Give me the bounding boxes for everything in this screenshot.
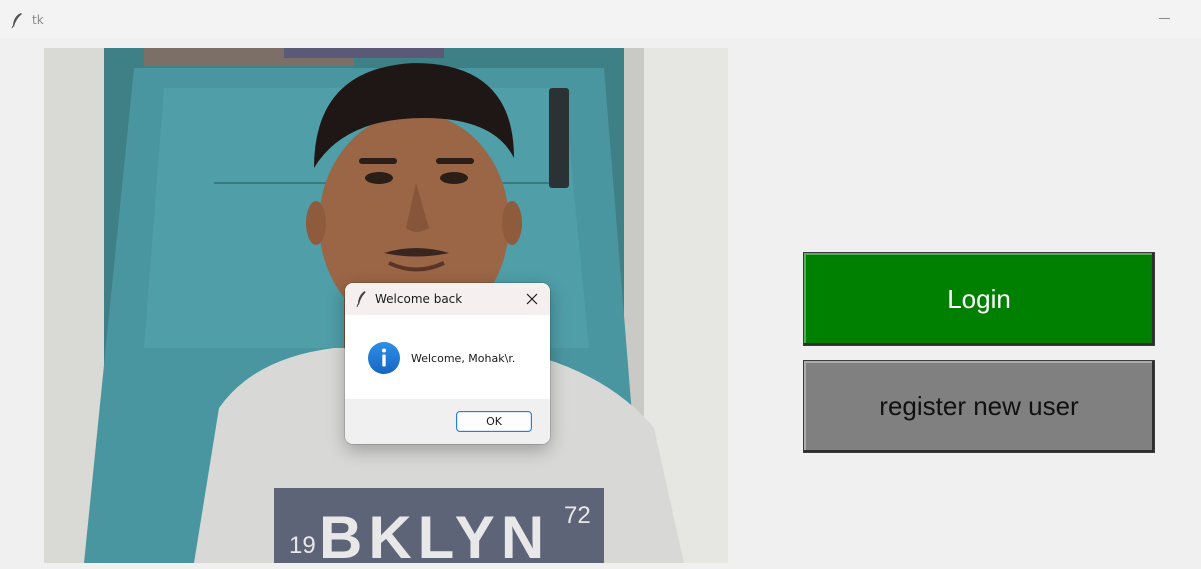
close-icon[interactable] bbox=[522, 289, 542, 309]
tk-feather-icon bbox=[356, 291, 366, 307]
welcome-dialog: Welcome back Welcome, Mohak\r. OK bbox=[345, 283, 550, 444]
register-button-label: register new user bbox=[879, 391, 1079, 421]
login-button[interactable]: Login bbox=[803, 252, 1155, 346]
tk-feather-icon bbox=[11, 13, 22, 28]
ok-button-label: OK bbox=[486, 415, 502, 428]
dialog-body: Welcome, Mohak\r. bbox=[345, 315, 550, 399]
login-button-label: Login bbox=[947, 283, 1011, 314]
shirt-number-left: 19 bbox=[289, 532, 316, 559]
dialog-message: Welcome, Mohak\r. bbox=[411, 352, 516, 365]
shirt-number-right: 72 bbox=[564, 502, 591, 529]
dialog-title: Welcome back bbox=[375, 292, 463, 306]
app-window: tk 19 BKLYN 72 Login register new user W… bbox=[0, 0, 1201, 569]
ok-button[interactable]: OK bbox=[456, 411, 532, 432]
dialog-footer: OK bbox=[345, 399, 550, 444]
window-title: tk bbox=[32, 13, 44, 27]
info-icon bbox=[368, 342, 400, 374]
shirt-text: BKLYN bbox=[319, 504, 550, 563]
minimize-button[interactable] bbox=[1159, 8, 1173, 28]
register-new-user-button[interactable]: register new user bbox=[803, 360, 1155, 453]
title-bar: tk bbox=[0, 0, 1201, 38]
dialog-title-bar: Welcome back bbox=[345, 283, 550, 315]
